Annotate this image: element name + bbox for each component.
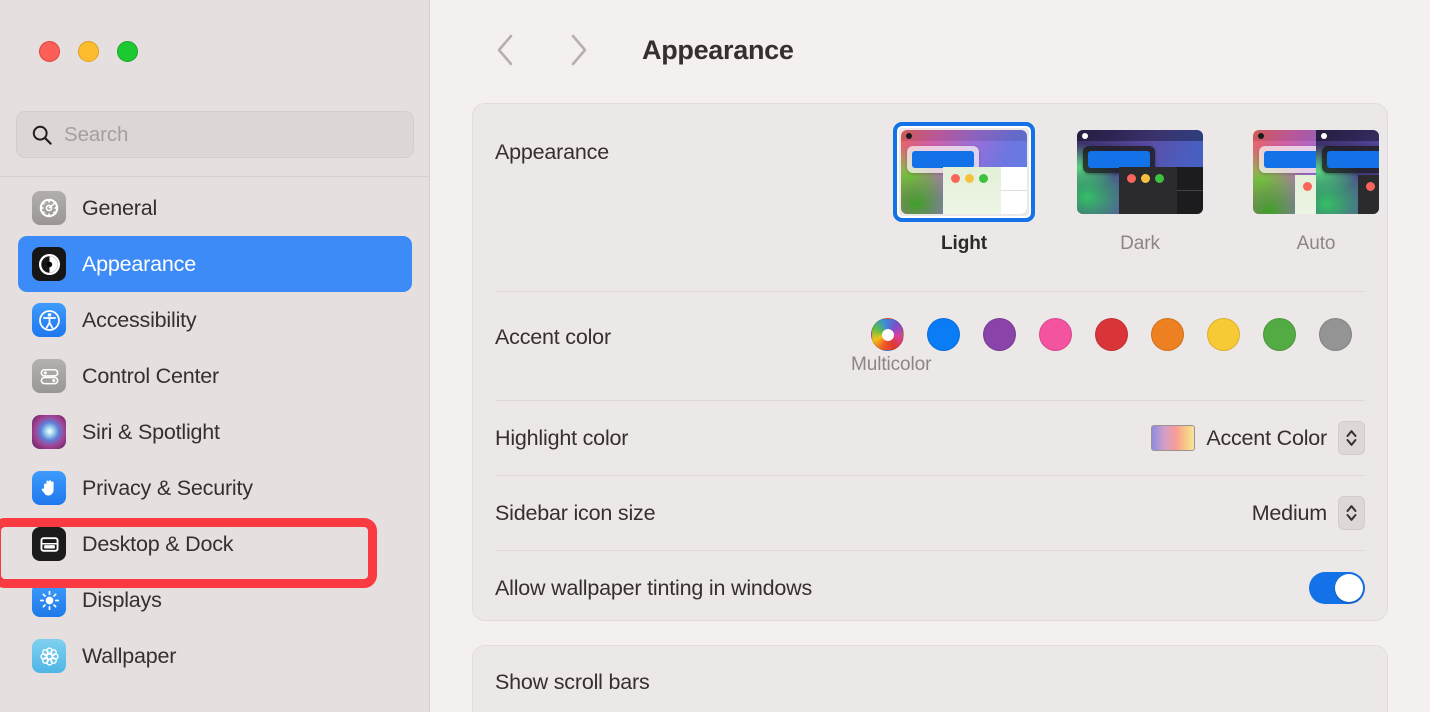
appearance-option-caption: Light (941, 233, 987, 254)
accent-swatch-blue[interactable] (927, 318, 960, 351)
accessibility-icon (32, 303, 66, 337)
wallpaper-tinting-row: Allow wallpaper tinting in windows (473, 551, 1387, 625)
control-center-icon (32, 359, 66, 393)
wallpaper-tinting-toggle[interactable] (1309, 572, 1365, 604)
scroll-bars-card: Show scroll bars (472, 645, 1388, 712)
sidebar-item-privacy-security[interactable]: Privacy & Security (18, 460, 412, 516)
sidebar-item-appearance[interactable]: Appearance (18, 236, 412, 292)
accent-swatch-graphite[interactable] (1319, 318, 1352, 351)
chevron-updown-icon[interactable] (1338, 496, 1365, 530)
search-field[interactable] (16, 111, 414, 158)
chevron-right-icon (571, 34, 587, 66)
accent-swatch-multicolor[interactable] (871, 318, 904, 351)
sidebar-item-label: Siri & Spotlight (82, 419, 220, 444)
chevron-left-icon (497, 34, 513, 66)
wallpaper-tinting-label: Allow wallpaper tinting in windows (495, 575, 813, 600)
accent-swatch-pink[interactable] (1039, 318, 1072, 351)
sidebar: General Appearance (0, 0, 430, 712)
appearance-settings-card: Appearance Light Dark Auto Accent color … (472, 103, 1388, 621)
sidebar-item-label: Wallpaper (82, 643, 177, 668)
highlight-color-row: Highlight color Accent Color (473, 401, 1387, 475)
back-button[interactable] (470, 20, 542, 80)
page-title: Appearance (642, 34, 794, 65)
brightness-icon (32, 583, 66, 617)
highlight-color-control[interactable]: Accent Color (1151, 421, 1365, 455)
sidebar-item-displays[interactable]: Displays (18, 572, 412, 628)
search-icon (31, 124, 53, 146)
accent-swatch-orange[interactable] (1151, 318, 1184, 351)
close-button[interactable] (39, 41, 60, 62)
appearance-mode-row: Appearance Light Dark Auto (473, 104, 1387, 291)
appearance-option-dark[interactable]: Dark (1069, 122, 1211, 255)
sidebar-item-label: Control Center (82, 363, 220, 388)
sidebar-item-label: Displays (82, 587, 162, 612)
sidebar-nav-list: General Appearance Accessibility Control… (0, 180, 429, 684)
sidebar-item-label: Privacy & Security (82, 475, 253, 500)
accent-swatch-yellow[interactable] (1207, 318, 1240, 351)
accent-color-row: Accent color Multicolor (473, 292, 1387, 400)
search-input[interactable] (64, 122, 399, 147)
desktop-dock-icon (32, 527, 66, 561)
appearance-row-label: Appearance (495, 140, 609, 164)
sidebar-icon-size-control[interactable]: Medium (1252, 496, 1365, 530)
accent-row-label: Accent color (495, 325, 611, 349)
system-settings-window: General Appearance (0, 0, 1430, 712)
detail-header: Appearance (430, 0, 1430, 100)
siri-icon (32, 415, 66, 449)
chevron-updown-icon[interactable] (1338, 421, 1365, 455)
appearance-option-light[interactable]: Light (893, 122, 1035, 255)
sidebar-icon-size-value: Medium (1251, 500, 1327, 525)
sidebar-item-control-center[interactable]: Control Center (18, 348, 412, 404)
scroll-bars-label: Show scroll bars (495, 670, 650, 694)
sidebar-item-accessibility[interactable]: Accessibility (18, 292, 412, 348)
appearance-mode-options: Light Dark Auto (893, 122, 1387, 255)
appearance-option-caption: Dark (1120, 233, 1160, 254)
accent-color-swatches (871, 318, 1352, 351)
highlight-color-label: Highlight color (495, 425, 629, 450)
sidebar-item-label: Desktop & Dock (82, 531, 234, 556)
zoom-button[interactable] (117, 41, 138, 62)
forward-button[interactable] (542, 20, 614, 80)
sidebar-divider (0, 176, 429, 177)
accent-swatch-purple[interactable] (983, 318, 1016, 351)
appearance-icon (32, 247, 66, 281)
window-traffic-lights (39, 41, 138, 62)
highlight-color-value: Accent Color (1206, 425, 1327, 450)
privacy-hand-icon (32, 471, 66, 505)
gear-icon (32, 191, 66, 225)
sidebar-item-general[interactable]: General (18, 180, 412, 236)
wallpaper-icon (32, 639, 66, 673)
sidebar-icon-size-label: Sidebar icon size (495, 500, 656, 525)
accent-swatch-red[interactable] (1095, 318, 1128, 351)
sidebar-item-label: General (82, 195, 158, 220)
toggle-knob (1335, 574, 1363, 602)
sidebar-item-siri-spotlight[interactable]: Siri & Spotlight (18, 404, 412, 460)
sidebar-item-label: Accessibility (82, 307, 197, 332)
sidebar-item-wallpaper[interactable]: Wallpaper (18, 628, 412, 684)
sidebar-item-label: Appearance (82, 251, 196, 276)
appearance-option-auto[interactable]: Auto (1245, 122, 1387, 255)
highlight-color-chip (1151, 425, 1196, 451)
detail-pane: Appearance Appearance Light Dark Auto Ac… (430, 0, 1430, 712)
appearance-option-caption: Auto (1296, 233, 1336, 254)
sidebar-item-desktop-dock[interactable]: Desktop & Dock (18, 516, 412, 572)
sidebar-icon-size-row: Sidebar icon size Medium (473, 476, 1387, 550)
accent-swatch-green[interactable] (1263, 318, 1296, 351)
accent-color-caption: Multicolor (851, 354, 932, 375)
minimize-button[interactable] (78, 41, 99, 62)
